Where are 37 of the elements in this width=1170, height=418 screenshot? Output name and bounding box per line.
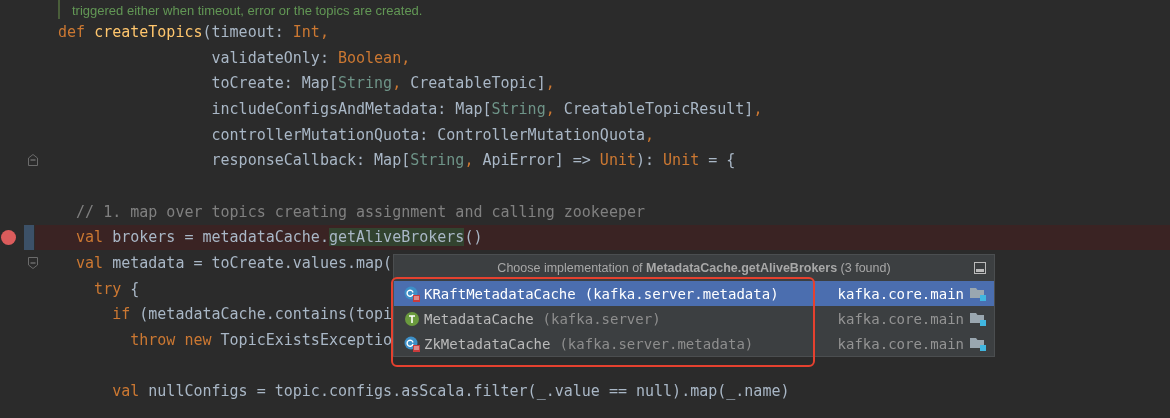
code-line: responseCallback: Map[String, ApiError] => Unit): Unit = { — [210, 151, 736, 170]
pin-icon[interactable] — [974, 262, 986, 274]
implementation-item[interactable]: ZkMetadataCache (kafka.server.metadata) kafka.core.main — [394, 331, 994, 356]
package-name: (kafka.server.metadata) — [584, 285, 779, 302]
package-name: (kafka.server.metadata) — [559, 335, 754, 352]
folder-icon — [970, 286, 986, 301]
package-name: (kafka.server) — [542, 310, 661, 327]
code-line: triggered either when timeout, error or the topics are created. — [72, 1, 423, 19]
module-name: kafka.core.main — [837, 310, 964, 327]
code-line: if (metadataCache.contains(topi — [111, 305, 393, 324]
folder-icon — [970, 311, 986, 326]
code-line: try { — [93, 279, 140, 298]
class-name: MetadataCache — [424, 310, 534, 327]
code-line: controllerMutationQuota: ControllerMutationQuota, — [210, 125, 655, 144]
class-icon — [404, 335, 420, 352]
trait-icon — [404, 310, 420, 327]
code-line: val brokers = metadataCache.getAliveBrokers() — [75, 228, 483, 247]
code-line: validateOnly: Boolean, — [210, 48, 411, 67]
code-line: def createTopics(timeout: Int, — [58, 22, 329, 41]
breakpoint-icon[interactable] — [1, 229, 16, 245]
fold-icon[interactable] — [28, 257, 38, 270]
code-line: includeConfigsAndMetadata: Map[String, CreatableTopicResult], — [210, 99, 763, 118]
implementation-item[interactable]: KRaftMetadataCache (kafka.server.metadata) kafka.core.main — [394, 281, 994, 306]
folder-icon — [970, 336, 986, 351]
class-icon — [404, 285, 420, 302]
module-name: kafka.core.main — [837, 335, 964, 352]
code-line: val nullConfigs = topic.configs.asScala.filter(_.value == null).map(_.name) — [111, 382, 790, 401]
class-name: KRaftMetadataCache — [424, 285, 576, 302]
implementation-item[interactable]: MetadataCache (kafka.server) kafka.core.main — [394, 306, 994, 331]
code-line: toCreate: Map[String, CreatableTopic], — [210, 74, 555, 93]
class-name: ZkMetadataCache — [424, 335, 551, 352]
code-line: throw new TopicExistsExceptio — [129, 331, 393, 350]
popup-title: Choose implementation of MetadataCache.getAliveBrokers (3 found) — [497, 261, 891, 275]
code-line: val metadata = toCreate.values.map( — [75, 254, 393, 273]
code-line: // 1. map over topics creating assignment and calling zookeeper — [75, 202, 645, 221]
fold-icon[interactable] — [28, 154, 38, 167]
module-name: kafka.core.main — [837, 285, 964, 302]
